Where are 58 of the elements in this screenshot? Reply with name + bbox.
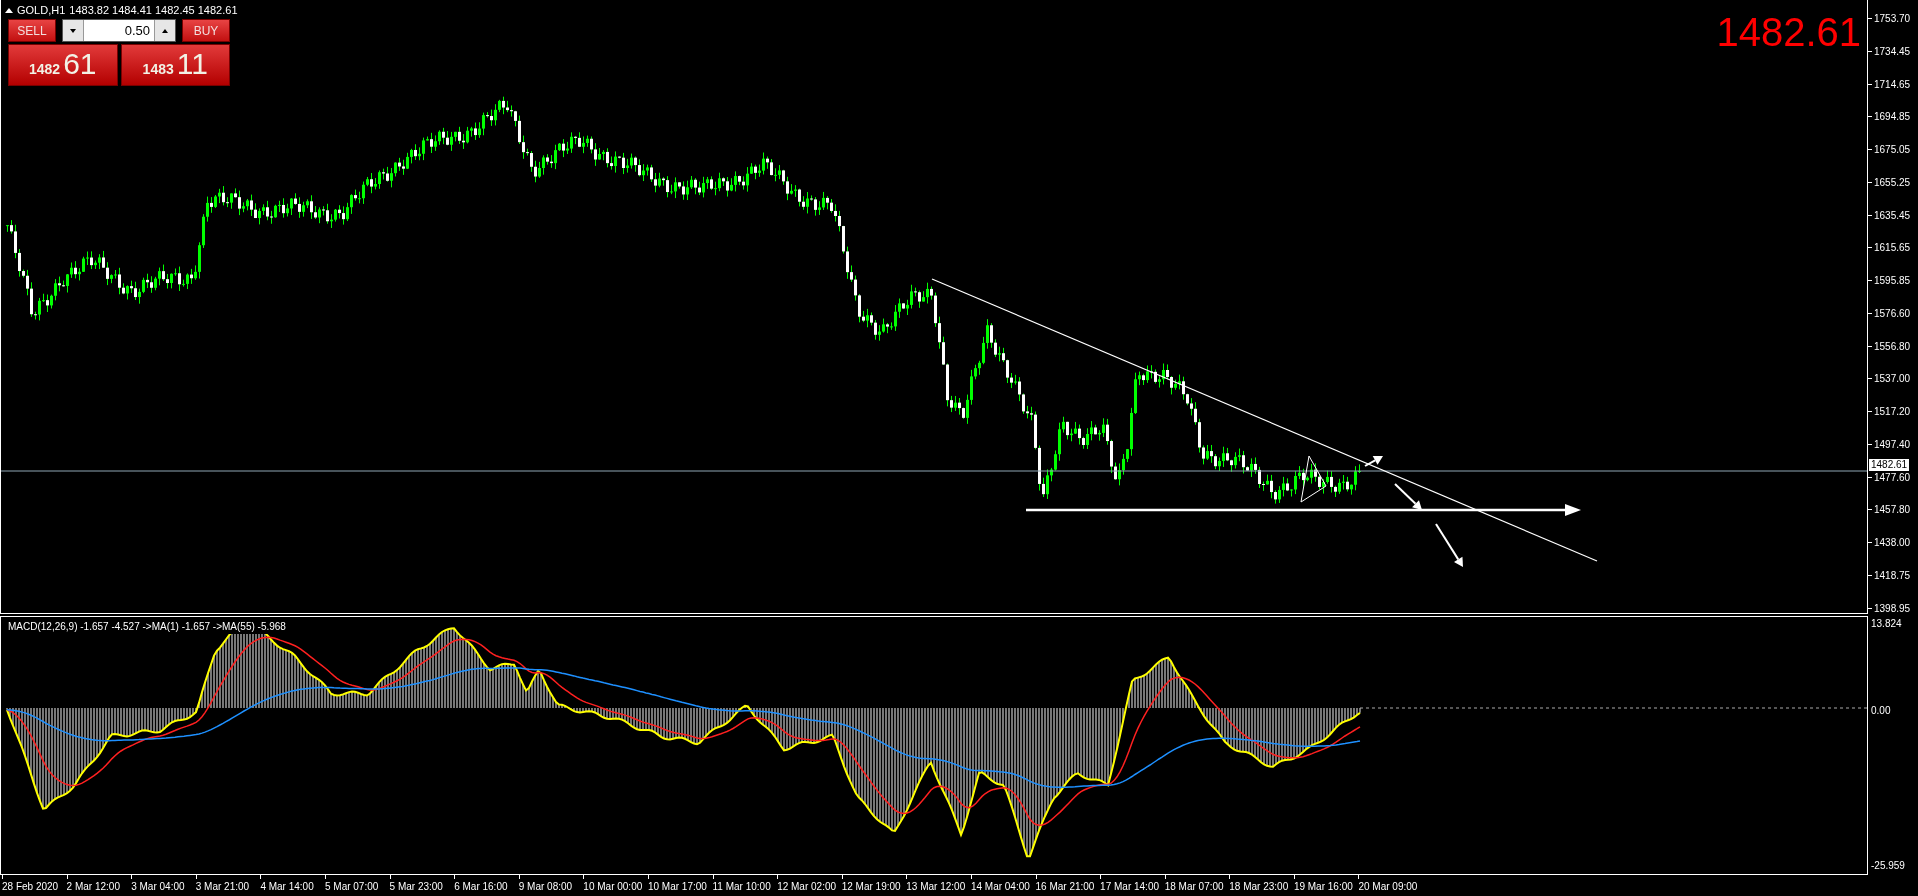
axis-label: 1556.80 <box>1874 339 1911 354</box>
axis-label: 1655.25 <box>1874 175 1911 190</box>
direction-arrow <box>1394 483 1422 510</box>
current-price: 1482.61 <box>1716 12 1861 52</box>
axis-label: 1537.00 <box>1874 372 1911 387</box>
sell-button[interactable]: SELL <box>8 19 56 42</box>
axis-label: 9 Mar 08:00 <box>518 880 573 894</box>
direction-arrow <box>1435 523 1463 567</box>
axis-label: 2 Mar 12:00 <box>66 880 120 894</box>
axis-label: 1714.65 <box>1874 77 1911 92</box>
axis-label: 0.00 <box>1871 704 1892 718</box>
axis-label: 20 Mar 09:00 <box>1358 880 1418 894</box>
axis-label: 18 Mar 23:00 <box>1229 880 1289 894</box>
axis-label: 17 Mar 14:00 <box>1100 880 1160 894</box>
axis-label: 3 Mar 04:00 <box>131 880 185 894</box>
axis-label: 28 Feb 2020 <box>2 880 59 894</box>
buy-price-button[interactable]: 1483 11 <box>120 44 230 86</box>
axis-label: 3 Mar 21:00 <box>195 880 250 894</box>
symbol-label: GOLD,H1 <box>17 3 66 18</box>
axis-label: 4 Mar 14:00 <box>260 880 314 894</box>
axis-label: 1438.00 <box>1874 536 1911 551</box>
axis-label: 1477.60 <box>1874 470 1911 485</box>
axis-label: 5 Mar 07:00 <box>324 880 379 894</box>
axis-label: 13.824 <box>1871 617 1903 631</box>
axis-label: 10 Mar 00:00 <box>583 880 643 894</box>
axis-label: 11 Mar 10:00 <box>712 880 771 894</box>
buy-button[interactable]: BUY <box>182 19 230 42</box>
sell-price-button[interactable]: 1482 61 <box>8 44 118 86</box>
axis-label: 1517.20 <box>1874 405 1911 420</box>
axis-label: 13 Mar 12:00 <box>906 880 966 894</box>
axis-label: 1418.75 <box>1874 569 1911 583</box>
direction-arrow <box>1364 456 1383 467</box>
axis-label: 1675.05 <box>1874 143 1911 158</box>
triangle-drawing <box>1300 455 1327 503</box>
axis-label: 10 Mar 17:00 <box>647 880 707 894</box>
axis-label: -25.959 <box>1871 859 1906 873</box>
axis-label: 19 Mar 16:00 <box>1293 880 1353 894</box>
axis-label: 1615.65 <box>1874 241 1911 256</box>
axis-label: 1635.45 <box>1874 208 1911 223</box>
axis-label: 1694.85 <box>1874 110 1911 125</box>
quote-values: 1483.82 1484.41 1482.45 1482.61 <box>69 3 238 18</box>
axis-label: 1734.45 <box>1874 44 1911 59</box>
axis-label: 5 Mar 23:00 <box>389 880 443 894</box>
axis-label: 1398.95 <box>1874 601 1911 616</box>
axis-label: 14 Mar 04:00 <box>970 880 1030 894</box>
collapse-icon[interactable] <box>5 7 13 13</box>
axis-label: 1576.60 <box>1874 306 1911 321</box>
axis-label: 6 Mar 16:00 <box>454 880 508 894</box>
axis-label: 1457.80 <box>1874 503 1911 518</box>
price-tag: 1482.61 <box>1869 459 1910 471</box>
axis-label: 18 Mar 07:00 <box>1164 880 1224 894</box>
axis-label: 1595.85 <box>1874 274 1911 289</box>
axis-label: 1753.70 <box>1874 12 1911 26</box>
indicator-label: MACD(12,26,9) -1.657 -4.527 ->MA(1) -1.657 ->MA(55) -5.968 <box>6 619 288 634</box>
axis-label: 1497.40 <box>1874 437 1911 452</box>
axis-label: 16 Mar 21:00 <box>1035 880 1095 894</box>
axis-label: 12 Mar 19:00 <box>841 880 901 894</box>
axis-label: 12 Mar 02:00 <box>777 880 837 894</box>
